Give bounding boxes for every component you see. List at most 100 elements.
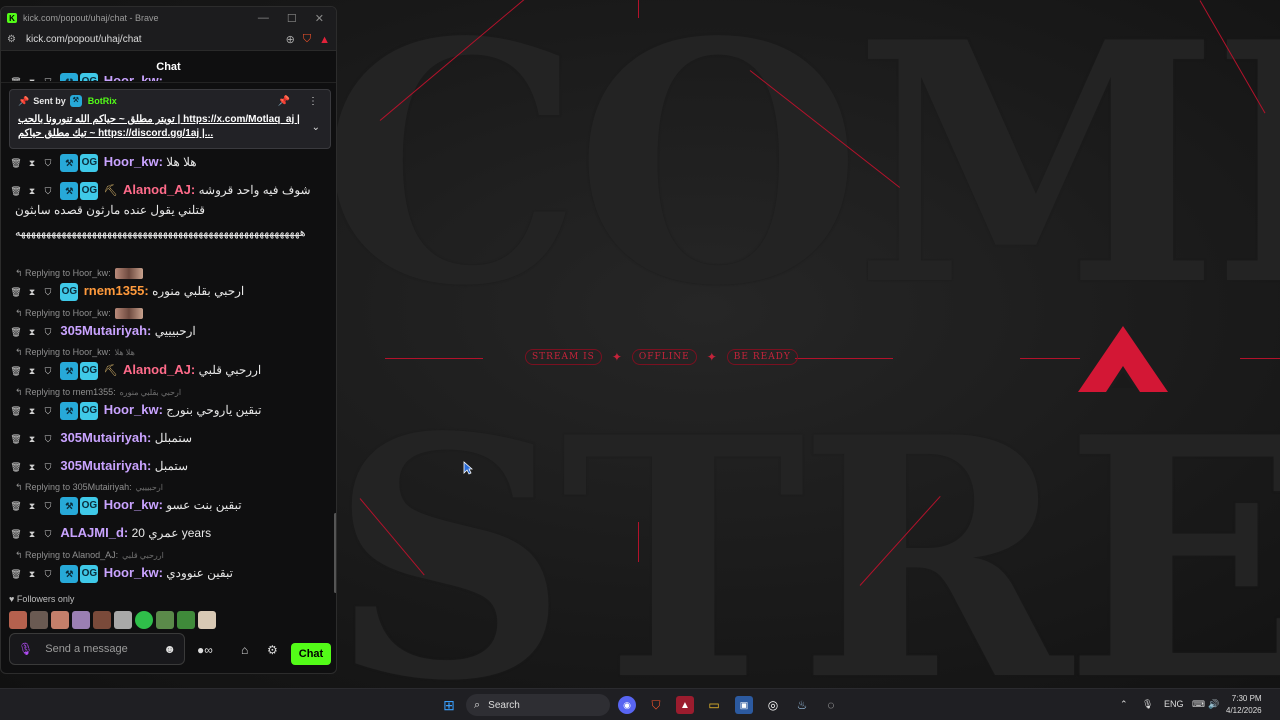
chat-username[interactable]: Alanod_AJ [123, 182, 191, 197]
emote-icon[interactable] [72, 611, 90, 629]
url-text[interactable]: kick.com/popout/uhaj/chat [26, 34, 278, 45]
chat-username[interactable]: Hoor_kw [104, 154, 159, 169]
emote-icon[interactable] [51, 611, 69, 629]
timeout-icon[interactable]: ⧗ [25, 429, 39, 449]
chat-users-icon[interactable]: ●∞ [197, 643, 213, 657]
ban-icon[interactable]: ⛉ [41, 429, 55, 449]
chat-username[interactable]: Hoor_kw [104, 497, 159, 512]
delete-icon[interactable]: 🗑 [9, 181, 23, 201]
emote-icon[interactable] [93, 611, 111, 629]
timeout-icon[interactable]: ⧗ [25, 401, 39, 421]
timeout-icon[interactable]: ⧗ [25, 361, 39, 381]
discord-icon[interactable]: ◉ [618, 696, 636, 714]
timeout-icon[interactable]: ⧗ [25, 524, 39, 544]
delete-icon[interactable]: 🗑 [9, 564, 23, 584]
chat-username[interactable]: 305Mutairiyah [60, 458, 147, 473]
ban-icon[interactable]: ⛉ [41, 181, 55, 201]
unpin-icon[interactable]: 📌 [278, 96, 290, 107]
windows-start-icon[interactable]: ⊞ [440, 696, 458, 714]
chat-username[interactable]: ALAJMI_d [60, 525, 124, 540]
pinned-bot-name[interactable]: BotRix [88, 96, 117, 106]
reply-context[interactable]: ↰ Replying to rnem1355: ارحبي بقلبي منوره [15, 387, 181, 398]
emote-icon[interactable] [156, 611, 174, 629]
maximize-icon[interactable]: ☐ [287, 12, 297, 25]
chat-username[interactable]: Hoor_kw [104, 402, 159, 417]
address-bar[interactable]: ⚙ kick.com/popout/uhaj/chat ⊕ ⛉ ▲ [1, 29, 336, 51]
close-icon[interactable]: ✕ [315, 12, 324, 25]
send-chat-button[interactable]: Chat [291, 643, 331, 665]
system-clock[interactable]: 7:30 PM 4/12/2026 [1226, 693, 1262, 717]
timeout-icon[interactable]: ⧗ [25, 457, 39, 477]
emote-icon[interactable] [114, 611, 132, 629]
delete-icon[interactable]: 🗑 [9, 282, 23, 302]
ban-icon[interactable]: ⛉ [41, 361, 55, 381]
tray-chevron-icon[interactable]: ⌃ [1120, 699, 1128, 710]
timeout-icon[interactable]: ⧗ [25, 564, 39, 584]
delete-icon[interactable]: 🗑 [9, 153, 23, 173]
microphone-icon[interactable]: 🎙 [18, 642, 33, 656]
pinned-line-1[interactable]: تويتر مطلق ~ حياكم الله تنورونا بالحب | … [18, 113, 322, 127]
volume-icon[interactable]: 🔊 [1208, 699, 1219, 710]
settings-gear-icon[interactable]: ⚙ [267, 643, 278, 657]
emote-icon[interactable] [135, 611, 153, 629]
file-explorer-icon[interactable]: ▭ [705, 696, 723, 714]
ban-icon[interactable]: ⛉ [41, 564, 55, 584]
ban-icon[interactable]: ⛉ [41, 457, 55, 477]
reply-context[interactable]: ↰ Replying to Alanod_AJ: اررحبي قلبي [15, 550, 164, 561]
steam-icon[interactable]: ♨ [793, 696, 811, 714]
timeout-icon[interactable]: ⧗ [25, 282, 39, 302]
ban-icon[interactable]: ⛉ [41, 322, 55, 342]
emote-icon[interactable] [9, 611, 27, 629]
delete-icon[interactable]: 🗑 [9, 496, 23, 516]
timeout-icon[interactable]: ⧗ [25, 181, 39, 201]
delete-icon[interactable]: 🗑 [9, 457, 23, 477]
site-info-icon[interactable]: ⚙ [7, 34, 16, 45]
brave-rewards-icon[interactable]: ▲ [319, 34, 330, 46]
chat-username[interactable]: Alanod_AJ [123, 362, 191, 377]
delete-icon[interactable]: 🗑 [9, 429, 23, 449]
language-indicator[interactable]: ENG [1164, 699, 1184, 709]
timeout-icon[interactable]: ⧗ [25, 322, 39, 342]
delete-icon[interactable]: 🗑 [9, 322, 23, 342]
delete-icon[interactable]: 🗑 [9, 361, 23, 381]
remote-desktop-icon[interactable]: ▣ [735, 696, 753, 714]
tray-microphone-icon[interactable]: 🎙 [1142, 699, 1153, 710]
chat-username[interactable]: 305Mutairiyah [60, 323, 147, 338]
store-icon[interactable]: ⌂ [241, 643, 248, 657]
chat-username[interactable]: rnem1355 [84, 283, 145, 298]
minimize-icon[interactable]: — [258, 12, 269, 25]
chat-username[interactable]: Hoor_kw [104, 565, 159, 580]
chat-scrollbar[interactable] [334, 513, 336, 593]
ban-icon[interactable]: ⛉ [41, 524, 55, 544]
taskbar-search[interactable]: ⌕ Search [466, 694, 610, 716]
app-icon[interactable]: ◌ [822, 696, 840, 714]
ban-icon[interactable]: ⛉ [41, 153, 55, 173]
pinned-line-2[interactable]: تيك مطلق حياكم ~ https://discord.gg/1aj … [18, 127, 322, 141]
delete-icon[interactable]: 🗑 [9, 401, 23, 421]
chevron-down-icon[interactable]: ⌄ [312, 122, 320, 133]
pinned-message[interactable]: 📌 Sent by ⚒ BotRix تويتر مطلق ~ حياكم ال… [9, 89, 331, 149]
emote-icon[interactable] [30, 611, 48, 629]
message-placeholder[interactable]: Send a message [45, 643, 163, 655]
brave-browser-icon[interactable]: ⛉ [647, 696, 665, 714]
more-options-icon[interactable]: ⋮ [308, 96, 318, 107]
emoji-icon[interactable]: ☻ [163, 642, 176, 656]
ban-icon[interactable]: ⛉ [41, 282, 55, 302]
zoom-icon[interactable]: ⊕ [286, 33, 295, 46]
emote-icon[interactable] [177, 611, 195, 629]
message-input[interactable]: 🎙 Send a message ☻ [9, 633, 185, 665]
reply-context[interactable]: ↰ Replying to Hoor_kw: [15, 268, 143, 280]
emote-icon[interactable] [198, 611, 216, 629]
ban-icon[interactable]: ⛉ [41, 401, 55, 421]
delete-icon[interactable]: 🗑 [9, 524, 23, 544]
chat-username[interactable]: 305Mutairiyah [60, 430, 147, 445]
reply-context[interactable]: ↰ Replying to 305Mutairiyah: ارحبيييي [15, 482, 163, 493]
apex-app-icon[interactable]: ▲ [676, 696, 694, 714]
brave-shield-icon[interactable]: ⛉ [303, 33, 311, 46]
timeout-icon[interactable]: ⧗ [25, 496, 39, 516]
network-icon[interactable]: ⌨ [1192, 699, 1205, 710]
ban-icon[interactable]: ⛉ [41, 496, 55, 516]
timeout-icon[interactable]: ⧗ [25, 153, 39, 173]
reply-context[interactable]: ↰ Replying to Hoor_kw: هلا هلا [15, 347, 135, 358]
obs-icon[interactable]: ◎ [764, 696, 782, 714]
